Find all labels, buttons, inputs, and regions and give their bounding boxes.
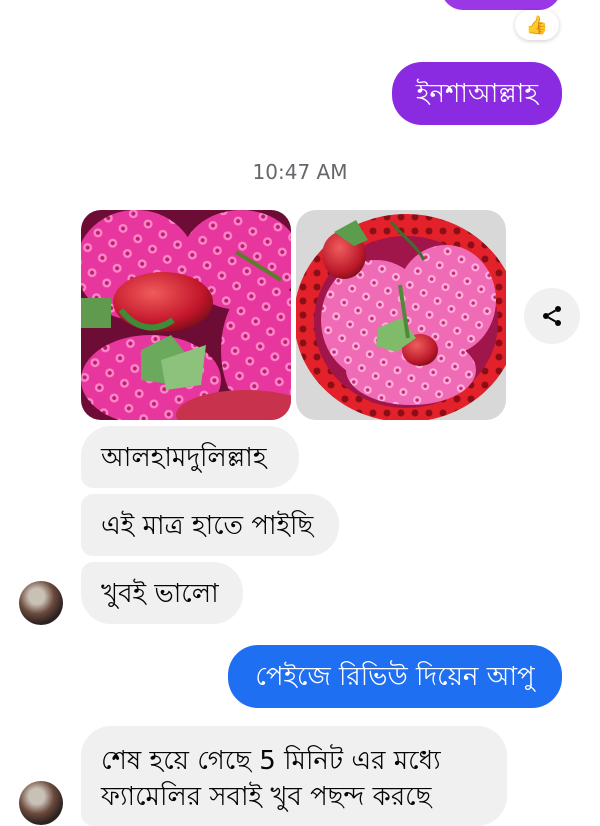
previous-outgoing-bubble[interactable] [441, 0, 561, 10]
share-icon [543, 306, 561, 326]
message-text: ইনশাআল্লাহ [416, 79, 538, 109]
incoming-message-bubble[interactable]: এই মাত্র হাতে পাইছি [81, 494, 339, 556]
message-text: আলহামদুলিল্লাহ [101, 443, 267, 473]
share-button[interactable] [524, 288, 580, 344]
message-text: খুবই ভালো [101, 579, 219, 609]
reaction-badge[interactable]: 👍 [515, 10, 559, 40]
message-text-line-1: শেষ হয়ে গেছে 5 মিনিট এর মধ্যে [101, 746, 441, 776]
sender-avatar[interactable] [19, 581, 63, 625]
incoming-message-bubble[interactable]: আলহামদুলিল্লাহ [81, 426, 299, 488]
incoming-message-bubble[interactable]: শেষ হয়ে গেছে 5 মিনিট এর মধ্যে ফ্যামেলির… [81, 726, 507, 826]
outgoing-message-bubble[interactable]: ইনশাআল্লাহ [392, 62, 562, 125]
strawberry-photo-2 [296, 210, 506, 420]
sender-avatar[interactable] [19, 781, 63, 825]
message-text: এই মাত্র হাতে পাইছি [101, 511, 314, 541]
attachment-photo-1[interactable] [81, 210, 291, 420]
message-text-line-2: ফ্যামেলির সবাই খুব পছন্দ করছে [101, 782, 432, 812]
incoming-message-bubble[interactable]: খুবই ভালো [81, 562, 243, 624]
attachment-photo-2[interactable] [296, 210, 506, 420]
strawberry-photo-1 [81, 210, 291, 420]
message-timestamp: 10:47 AM [252, 160, 348, 184]
outgoing-message-bubble[interactable]: পেইজে রিভিউ দিয়েন আপু [228, 645, 562, 708]
thumbs-up-icon: 👍 [525, 14, 549, 36]
message-text: পেইজে রিভিউ দিয়েন আপু [255, 662, 535, 692]
